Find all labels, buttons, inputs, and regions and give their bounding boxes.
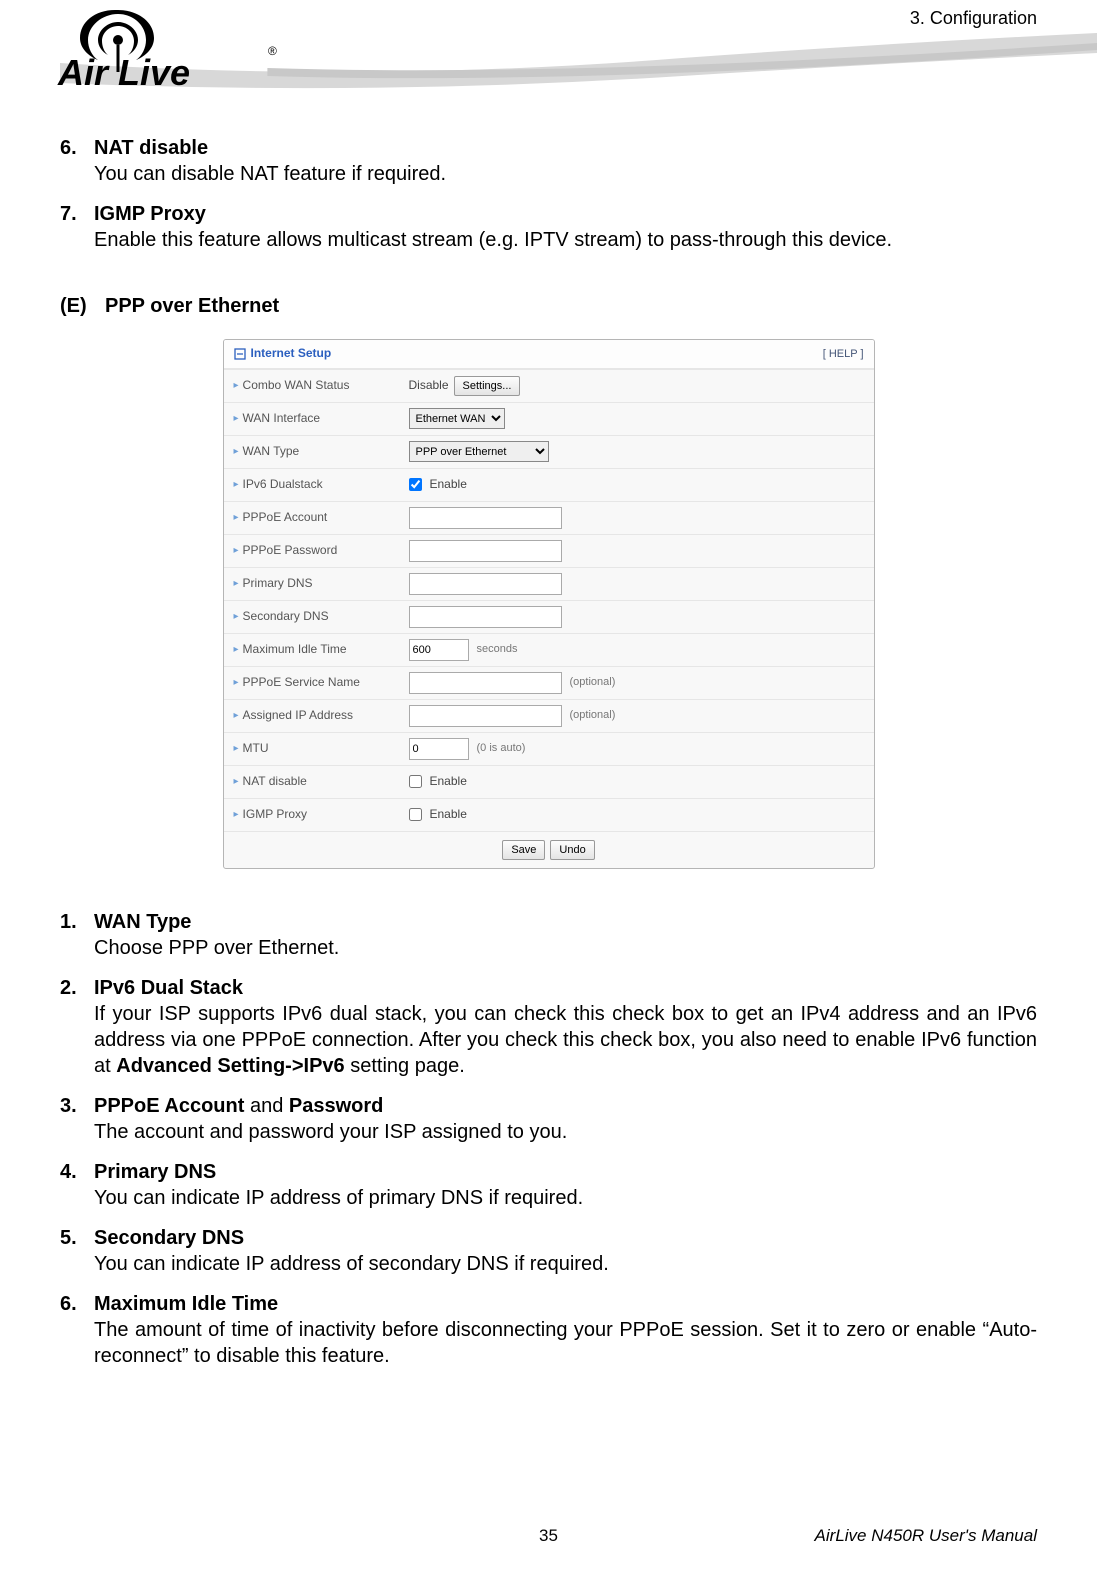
chevron-right-icon: ▸ (234, 610, 239, 623)
row-label-igmp2: IGMP Proxy (243, 807, 307, 823)
page-number: 35 (539, 1526, 558, 1546)
desc-text-ipv6-b: Advanced Setting->IPv6 (116, 1055, 344, 1077)
row-label-waniface: WAN Interface (243, 411, 321, 427)
igmp-enable-label: Enable (430, 807, 467, 823)
chevron-right-icon: ▸ (234, 445, 239, 458)
max-idle-input[interactable] (409, 639, 469, 661)
intro-desc-igmp: Enable this feature allows multicast str… (94, 229, 892, 251)
chevron-right-icon: ▸ (234, 643, 239, 656)
mtu-auto-label: (0 is auto) (477, 741, 526, 755)
chevron-right-icon: ▸ (234, 676, 239, 689)
row-label-pdns: Primary DNS (243, 576, 313, 592)
desc-title-pdns: Primary DNS (94, 1161, 216, 1183)
chevron-right-icon: ▸ (234, 478, 239, 491)
desc-num-5: 5. (60, 1225, 94, 1277)
chevron-right-icon: ▸ (234, 709, 239, 722)
settings-button[interactable]: Settings... (454, 376, 521, 396)
optional-label-1: (optional) (570, 675, 616, 689)
nat-disable-checkbox[interactable] (409, 775, 422, 788)
mtu-input[interactable] (409, 738, 469, 760)
desc-text-idle: The amount of time of inactivity before … (94, 1319, 1037, 1367)
wan-interface-select[interactable]: Ethernet WAN (409, 408, 505, 429)
chevron-right-icon: ▸ (234, 775, 239, 788)
manual-title: AirLive N450R User's Manual (815, 1526, 1037, 1546)
desc-num-1: 1. (60, 909, 94, 961)
igmp-proxy-checkbox[interactable] (409, 808, 422, 821)
intro-num-6: 6. (60, 135, 94, 187)
section-title: PPP over Ethernet (105, 293, 279, 319)
pppoe-account-input[interactable] (409, 507, 562, 529)
desc-text-sdns: You can indicate IP address of secondary… (94, 1253, 609, 1275)
chapter-label: 3. Configuration (910, 8, 1037, 29)
assigned-ip-input[interactable] (409, 705, 562, 727)
row-label-natdis: NAT disable (243, 774, 307, 790)
pppoe-password-input[interactable] (409, 540, 562, 562)
desc-title-wantype: WAN Type (94, 911, 191, 933)
secondary-dns-input[interactable] (409, 606, 562, 628)
brand-logo: Air Live ® (50, 0, 280, 100)
nat-enable-label: Enable (430, 774, 467, 790)
intro-title-igmp: IGMP Proxy (94, 203, 206, 225)
desc-title-pppoe-and: and (244, 1095, 288, 1117)
row-label-password: PPPoE Password (243, 543, 338, 559)
row-label-ipv6: IPv6 Dualstack (243, 477, 323, 493)
chevron-right-icon: ▸ (234, 808, 239, 821)
panel-title: Internet Setup (234, 346, 332, 362)
chevron-right-icon: ▸ (234, 379, 239, 392)
row-label-mtu: MTU (243, 741, 269, 757)
desc-title-sdns: Secondary DNS (94, 1227, 244, 1249)
chevron-right-icon: ▸ (234, 577, 239, 590)
desc-text-ipv6-c: setting page. (345, 1055, 465, 1077)
optional-label-2: (optional) (570, 708, 616, 722)
desc-num-3: 3. (60, 1093, 94, 1145)
panel-icon (234, 348, 246, 360)
service-name-input[interactable] (409, 672, 562, 694)
ipv6-dualstack-checkbox[interactable] (409, 478, 422, 491)
row-label-combo: Combo WAN Status (243, 378, 350, 394)
svg-text:®: ® (268, 44, 277, 58)
combo-wan-status-text: Disable (409, 378, 449, 394)
help-link[interactable]: [ HELP ] (823, 347, 864, 361)
row-label-idle: Maximum Idle Time (243, 642, 347, 658)
config-panel: Internet Setup [ HELP ] ▸ Combo WAN Statu… (223, 339, 875, 869)
row-label-sdns: Secondary DNS (243, 609, 329, 625)
desc-title-idle: Maximum Idle Time (94, 1293, 278, 1315)
chevron-right-icon: ▸ (234, 742, 239, 755)
chevron-right-icon: ▸ (234, 511, 239, 524)
desc-text-pdns: You can indicate IP address of primary D… (94, 1187, 583, 1209)
row-label-assigned: Assigned IP Address (243, 708, 354, 724)
desc-num-6: 6. (60, 1291, 94, 1369)
row-label-wantype: WAN Type (243, 444, 300, 460)
svg-text:Air Live: Air Live (57, 52, 190, 93)
seconds-label: seconds (477, 642, 518, 656)
desc-text-wantype: Choose PPP over Ethernet. (94, 937, 339, 959)
desc-title-ipv6: IPv6 Dual Stack (94, 977, 243, 999)
ipv6-enable-label: Enable (430, 477, 467, 493)
undo-button[interactable]: Undo (550, 840, 594, 860)
desc-title-pppoe-b: Password (289, 1095, 383, 1117)
wan-type-select[interactable]: PPP over Ethernet (409, 441, 549, 462)
desc-num-2: 2. (60, 975, 94, 1079)
desc-text-pppoe: The account and password your ISP assign… (94, 1121, 567, 1143)
intro-desc-nat: You can disable NAT feature if required. (94, 163, 446, 185)
panel-title-text: Internet Setup (251, 346, 332, 362)
save-button[interactable]: Save (502, 840, 545, 860)
primary-dns-input[interactable] (409, 573, 562, 595)
desc-title-pppoe-a: PPPoE Account (94, 1095, 244, 1117)
row-label-account: PPPoE Account (243, 510, 328, 526)
chevron-right-icon: ▸ (234, 544, 239, 557)
row-label-svcname: PPPoE Service Name (243, 675, 360, 691)
section-letter: (E) (60, 293, 105, 319)
chevron-right-icon: ▸ (234, 412, 239, 425)
desc-num-4: 4. (60, 1159, 94, 1211)
intro-title-nat: NAT disable (94, 137, 208, 159)
intro-num-7: 7. (60, 201, 94, 253)
